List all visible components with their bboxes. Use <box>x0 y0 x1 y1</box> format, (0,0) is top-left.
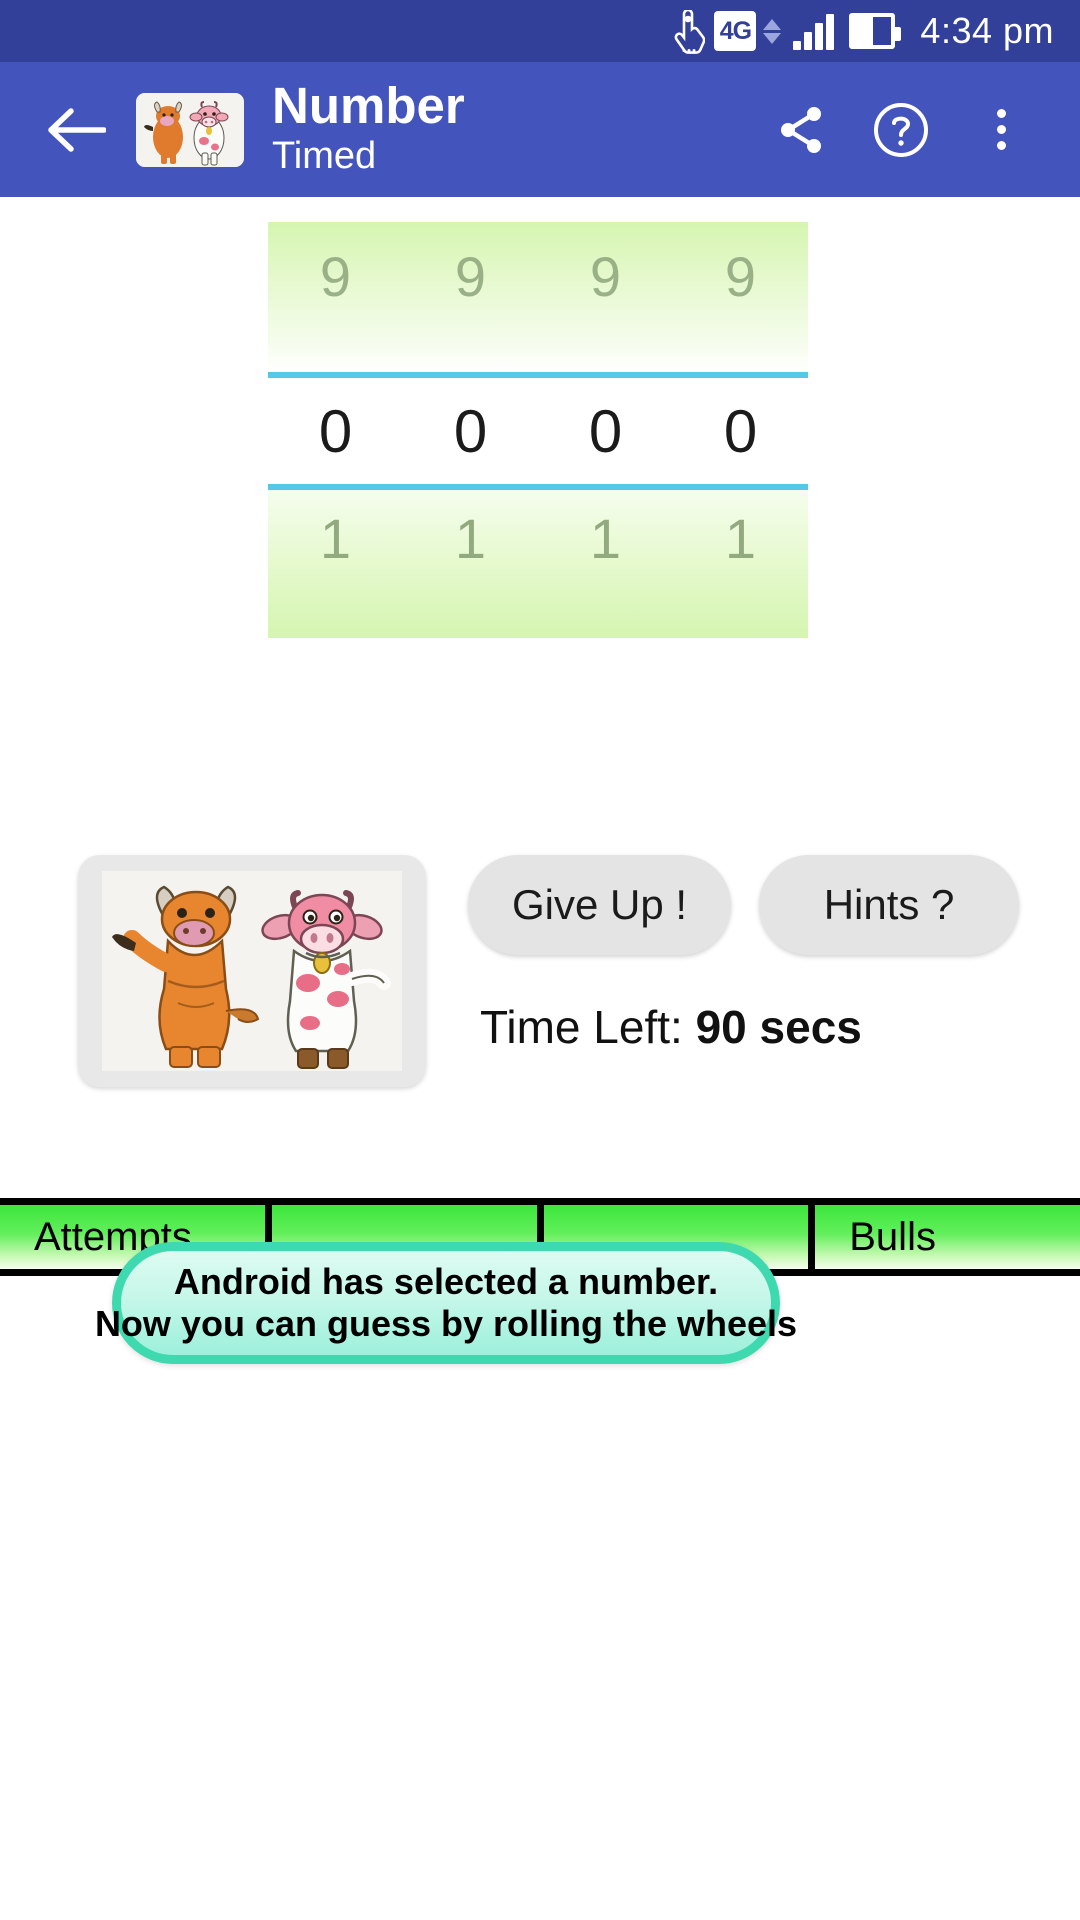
wheel-below-digit-1[interactable]: 1 <box>268 490 403 638</box>
toast-message: Android has selected a number. Now you c… <box>95 1242 797 1364</box>
network-4g-icon: 4G <box>714 11 757 51</box>
touch-pointer-icon <box>671 10 706 54</box>
status-bar: 4G 4:34 pm <box>0 0 1080 62</box>
time-left-value: 90 secs <box>695 1001 862 1053</box>
wheel-selected-digit-3[interactable]: 0 <box>538 378 673 484</box>
app-logo-icon <box>136 92 244 167</box>
give-up-button[interactable]: Give Up ! <box>468 855 732 955</box>
wheel-row-selected[interactable]: 0 0 0 0 <box>268 372 808 490</box>
back-arrow-icon[interactable] <box>38 92 114 168</box>
hints-button[interactable]: Hints ? <box>759 855 1020 955</box>
status-bar-icons: 4G 4:34 pm <box>671 10 1054 54</box>
app-bar-actions <box>770 99 1058 161</box>
battery-icon <box>849 13 902 49</box>
help-icon[interactable] <box>870 99 932 161</box>
time-left-row: Time Left: 90 secs <box>480 1000 862 1054</box>
bull-and-cow-illustration <box>102 871 402 1071</box>
wheel-selected-digit-2[interactable]: 0 <box>403 378 538 484</box>
wheel-above-digit-1[interactable]: 9 <box>268 222 403 372</box>
bull-and-cow-image-button[interactable] <box>78 855 426 1087</box>
wheel-below-digit-4[interactable]: 1 <box>673 490 808 638</box>
page-subtitle: Timed <box>272 134 377 177</box>
signal-bars-icon <box>793 12 835 50</box>
share-icon[interactable] <box>770 99 832 161</box>
wheel-above-digit-2[interactable]: 9 <box>403 222 538 372</box>
clock-time: 4:34 pm <box>920 10 1054 51</box>
wheel-below-digit-3[interactable]: 1 <box>538 490 673 638</box>
wheel-above-digit-3[interactable]: 9 <box>538 222 673 372</box>
wheel-below-digit-2[interactable]: 1 <box>403 490 538 638</box>
toast-line-1: Android has selected a number. <box>173 1260 719 1302</box>
page-title: Number <box>272 76 465 134</box>
number-wheel-picker[interactable]: 9 9 9 9 0 0 0 0 1 1 1 1 <box>268 222 808 650</box>
app-bar: Number Timed <box>0 62 1080 197</box>
wheel-selected-digit-4[interactable]: 0 <box>673 378 808 484</box>
wheel-above-digit-4[interactable]: 9 <box>673 222 808 372</box>
wheel-row-below[interactable]: 1 1 1 1 <box>268 490 808 638</box>
app-title-block: Number Timed <box>272 76 465 180</box>
toast-line-2: Now you can guess by rolling the wheels <box>94 1303 798 1344</box>
data-transfer-icon <box>763 18 782 44</box>
column-header-bulls: Bulls <box>849 1214 936 1259</box>
overflow-menu-icon[interactable] <box>970 99 1032 161</box>
time-left-label: Time Left: <box>480 1001 696 1053</box>
wheel-row-above[interactable]: 9 9 9 9 <box>268 222 808 372</box>
wheel-selected-digit-1[interactable]: 0 <box>268 378 403 484</box>
